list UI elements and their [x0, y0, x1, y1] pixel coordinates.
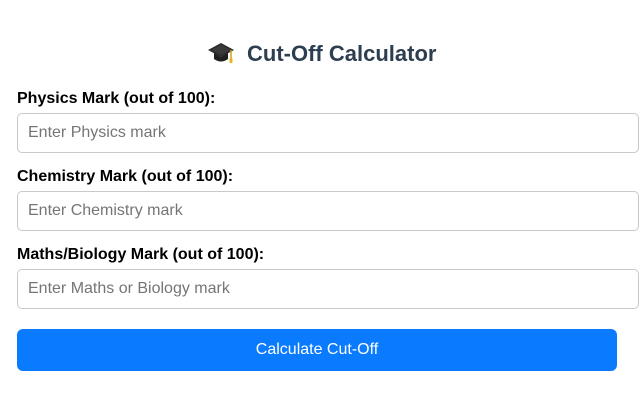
page-header: Cut-Off Calculator [0, 40, 643, 72]
cutoff-calculator-page: Cut-Off Calculator Physics Mark (out of … [0, 0, 643, 416]
calculate-cutoff-button[interactable]: Calculate Cut-Off [17, 329, 617, 371]
physics-mark-input[interactable] [17, 113, 639, 153]
physics-mark-label: Physics Mark (out of 100): [17, 90, 216, 107]
graduation-cap-icon [207, 40, 235, 66]
maths-biology-mark-label: Maths/Biology Mark (out of 100): [17, 246, 265, 263]
page-title: Cut-Off Calculator [247, 41, 437, 66]
maths-biology-mark-input[interactable] [17, 269, 639, 309]
chemistry-mark-label: Chemistry Mark (out of 100): [17, 168, 234, 185]
chemistry-mark-input[interactable] [17, 191, 639, 231]
